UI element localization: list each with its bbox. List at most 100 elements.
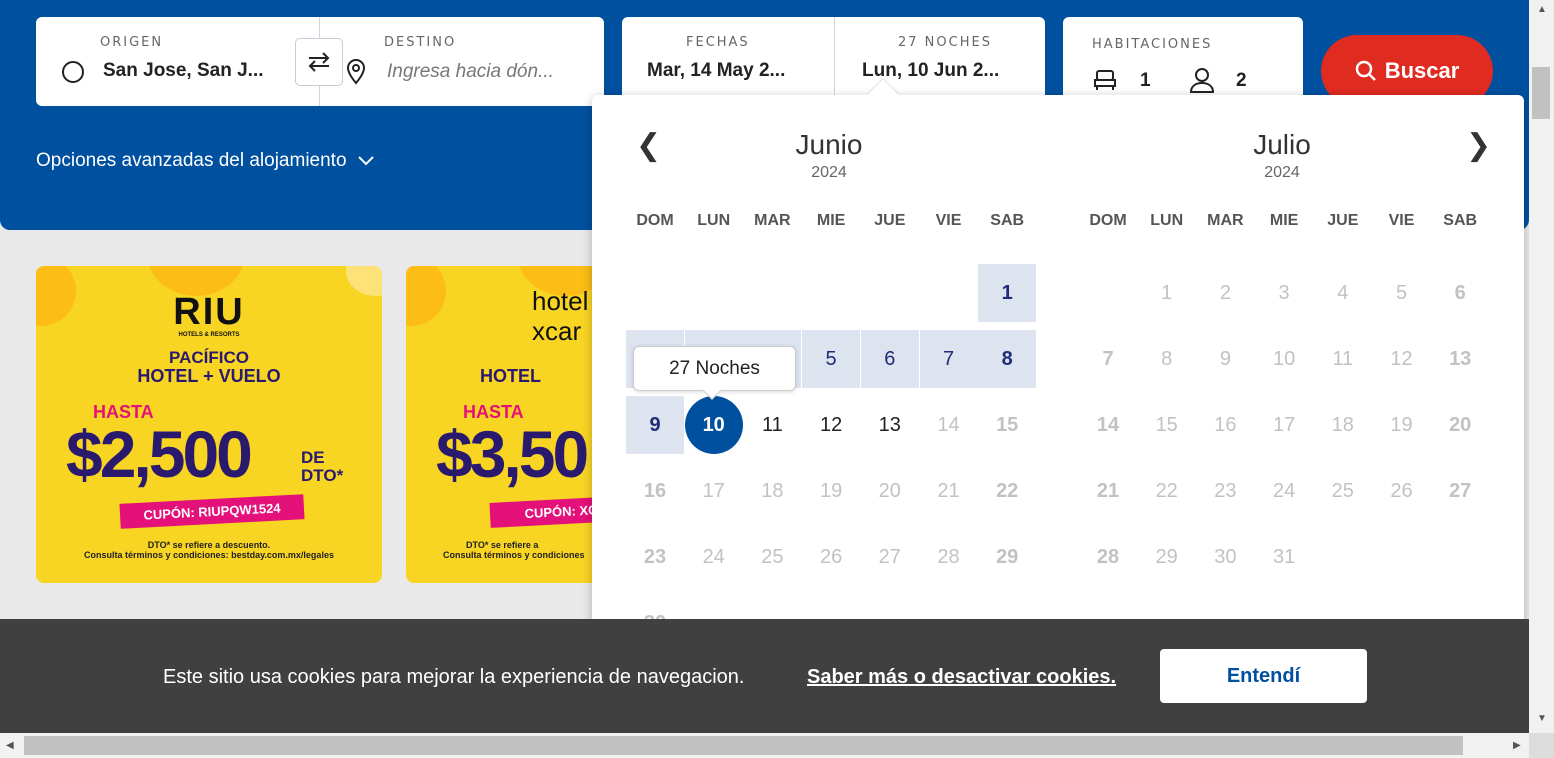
weekday-label: SAB xyxy=(990,212,1025,229)
calendar-day[interactable]: 14 xyxy=(920,396,978,454)
horizontal-scroll-thumb[interactable] xyxy=(24,736,1463,755)
scroll-right-arrow-icon[interactable]: ▶ xyxy=(1513,740,1521,751)
calendar-day[interactable]: 5 xyxy=(802,330,861,388)
calendar-day[interactable]: 13 xyxy=(1431,330,1489,388)
calendar-day[interactable]: 13 xyxy=(861,396,919,454)
calendar-day[interactable]: 4 xyxy=(1314,264,1372,322)
calendar-day[interactable]: 17 xyxy=(1255,396,1313,454)
month-year: 2024 xyxy=(811,164,847,181)
calendar-day[interactable]: 15 xyxy=(1138,396,1196,454)
swap-button[interactable] xyxy=(295,38,343,86)
scroll-up-arrow-icon[interactable]: ▲ xyxy=(1537,4,1547,15)
origin-destination-box: ORIGEN San Jose, San J... DESTINO Ingres… xyxy=(36,17,604,106)
calendar-day[interactable]: 19 xyxy=(802,462,860,520)
calendar-day[interactable]: 29 xyxy=(978,528,1036,586)
promo-card-riu[interactable]: RIU HOTELS & RESORTS PACÍFICO HOTEL + VU… xyxy=(36,266,382,583)
chevron-down-icon xyxy=(357,156,374,166)
calendar-day[interactable]: 11 xyxy=(743,396,801,454)
calendar-day[interactable]: 5 xyxy=(1373,264,1431,322)
scroll-left-arrow-icon[interactable]: ◀ xyxy=(6,740,14,751)
calendar-day[interactable]: 27 xyxy=(1431,462,1489,520)
weekday-label: JUE xyxy=(1327,212,1359,229)
calendar-day[interactable]: 21 xyxy=(1079,462,1137,520)
calendar-day[interactable]: 2 xyxy=(1196,264,1254,322)
calendar-day[interactable]: 20 xyxy=(1431,396,1489,454)
promo-region: PACÍFICO xyxy=(169,348,249,367)
scrollbar-corner xyxy=(1529,733,1554,758)
calendar-day[interactable]: 21 xyxy=(920,462,978,520)
calendar-day[interactable]: 23 xyxy=(1196,462,1254,520)
calendar-day[interactable]: 26 xyxy=(802,528,860,586)
calendar-day[interactable]: 1 xyxy=(1138,264,1196,322)
checkout-field[interactable]: Lun, 10 Jun 2... xyxy=(862,60,1027,82)
advanced-options-toggle[interactable]: Opciones avanzadas del alojamiento xyxy=(36,150,375,172)
calendar-day[interactable]: 17 xyxy=(685,462,743,520)
calendar-day[interactable]: 20 xyxy=(861,462,919,520)
calendar-day[interactable]: 25 xyxy=(1314,462,1372,520)
calendar-day[interactable]: 9 xyxy=(1196,330,1254,388)
cookie-message: Este sitio usa cookies para mejorar la e… xyxy=(163,666,745,688)
calendar-day[interactable]: 8 xyxy=(978,330,1037,388)
calendar-day[interactable]: 6 xyxy=(1431,264,1489,322)
promo-amount: $2,500 xyxy=(66,417,253,491)
rooms-label: HABITACIONES xyxy=(1092,37,1213,52)
origin-circle-icon xyxy=(62,61,84,83)
destination-input[interactable]: Ingresa hacia dón... xyxy=(387,61,582,83)
promo-fine-print: Consulta términos y condiciones: bestday… xyxy=(84,550,334,560)
calendar-day[interactable]: 28 xyxy=(920,528,978,586)
dates-label: FECHAS xyxy=(686,35,750,50)
scroll-down-arrow-icon[interactable]: ▼ xyxy=(1537,713,1547,724)
calendar-day[interactable]: 18 xyxy=(743,462,801,520)
calendar-day[interactable]: 10 xyxy=(1255,330,1313,388)
vertical-scroll-thumb[interactable] xyxy=(1532,67,1550,119)
calendar-day[interactable]: 27 xyxy=(861,528,919,586)
calendar-day[interactable]: 18 xyxy=(1314,396,1372,454)
calendar-day[interactable]: 1 xyxy=(978,264,1037,322)
calendar-day[interactable]: 22 xyxy=(1138,462,1196,520)
calendar-day[interactable]: 30 xyxy=(1196,528,1254,586)
calendar-day[interactable]: 12 xyxy=(802,396,860,454)
calendar-day[interactable]: 15 xyxy=(978,396,1036,454)
calendar-day[interactable]: 29 xyxy=(1138,528,1196,586)
calendar-day[interactable]: 3 xyxy=(1255,264,1313,322)
calendar-day[interactable]: 11 xyxy=(1314,330,1372,388)
promo-suffix: DE DTO* xyxy=(301,448,344,485)
prev-month-icon[interactable]: ❮ xyxy=(636,128,661,163)
selected-day[interactable]: 10 xyxy=(684,396,743,454)
calendar-day[interactable]: 23 xyxy=(626,528,684,586)
calendar-day[interactable]: 8 xyxy=(1138,330,1196,388)
calendar-day[interactable]: 7 xyxy=(1079,330,1137,388)
next-month-icon[interactable]: ❯ xyxy=(1466,128,1491,163)
calendar-day[interactable]: 7 xyxy=(919,330,978,388)
rooms-box[interactable]: HABITACIONES 1 2 xyxy=(1063,17,1303,106)
checkin-field[interactable]: Mar, 14 May 2... xyxy=(647,60,832,82)
calendar-day[interactable]: 14 xyxy=(1079,396,1137,454)
divider xyxy=(834,17,835,106)
calendar-day[interactable]: 24 xyxy=(685,528,743,586)
weekday-label: DOM xyxy=(1089,212,1127,229)
calendar-day[interactable]: 9 xyxy=(626,396,684,454)
nights-label: 27 NOCHES xyxy=(898,35,992,50)
swap-arrows-icon xyxy=(308,52,330,72)
origin-input[interactable]: San Jose, San J... xyxy=(103,60,289,82)
calendar-day[interactable]: 26 xyxy=(1373,462,1431,520)
decor-bubble xyxy=(406,266,446,326)
cookie-accept-button[interactable]: Entendí xyxy=(1160,649,1367,703)
calendar-day[interactable]: 6 xyxy=(860,330,919,388)
origin-label: ORIGEN xyxy=(100,35,164,50)
calendar-day[interactable]: 28 xyxy=(1079,528,1137,586)
calendar-day[interactable]: 22 xyxy=(978,462,1036,520)
promo-brand: RIU xyxy=(173,291,245,333)
calendar-day[interactable]: 25 xyxy=(743,528,801,586)
weekday-label: MAR xyxy=(754,212,791,229)
location-pin-icon xyxy=(344,58,368,91)
calendar-day[interactable]: 16 xyxy=(626,462,684,520)
calendar-day[interactable]: 31 xyxy=(1255,528,1313,586)
calendar-day[interactable]: 19 xyxy=(1373,396,1431,454)
calendar-day[interactable]: 24 xyxy=(1255,462,1313,520)
weekday-label: SAB xyxy=(1443,212,1478,229)
cookie-settings-link[interactable]: Saber más o desactivar cookies. xyxy=(807,666,1116,689)
weekday-label: MIE xyxy=(816,212,846,229)
calendar-day[interactable]: 16 xyxy=(1196,396,1254,454)
calendar-day[interactable]: 12 xyxy=(1373,330,1431,388)
